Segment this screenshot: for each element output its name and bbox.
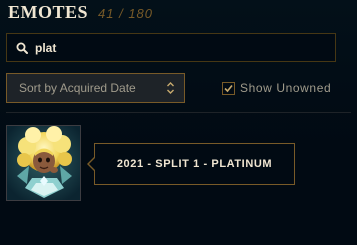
divider [6,112,351,113]
emote-tooltip: 2021 - SPLIT 1 - PLATINUM [87,143,295,185]
show-unowned-label: Show Unowned [240,81,332,95]
emotes-panel: EMOTES 41 / 180 plat Sort by Acquired Da… [0,0,357,245]
search-input[interactable]: plat [6,33,336,62]
page-title: EMOTES [8,2,89,22]
show-unowned-toggle[interactable]: Show Unowned [222,80,331,96]
tooltip-text: 2021 - SPLIT 1 - PLATINUM [116,158,273,170]
search-value: plat [35,40,57,55]
emote-tile[interactable] [6,125,81,201]
search-icon [16,42,28,54]
checkmark-icon [224,84,233,92]
tooltip-arrow-inner [89,157,96,171]
sort-dropdown[interactable]: Sort by Acquired Date [6,73,185,103]
platinum-emote-image [7,126,80,200]
sort-selected-label: Sort by Acquired Date [19,81,136,95]
show-unowned-checkbox[interactable] [222,81,235,95]
owned-count: 41 / 180 [98,6,154,21]
chevron-up-down-icon [166,81,175,95]
emotes-header: EMOTES 41 / 180 [8,2,153,24]
